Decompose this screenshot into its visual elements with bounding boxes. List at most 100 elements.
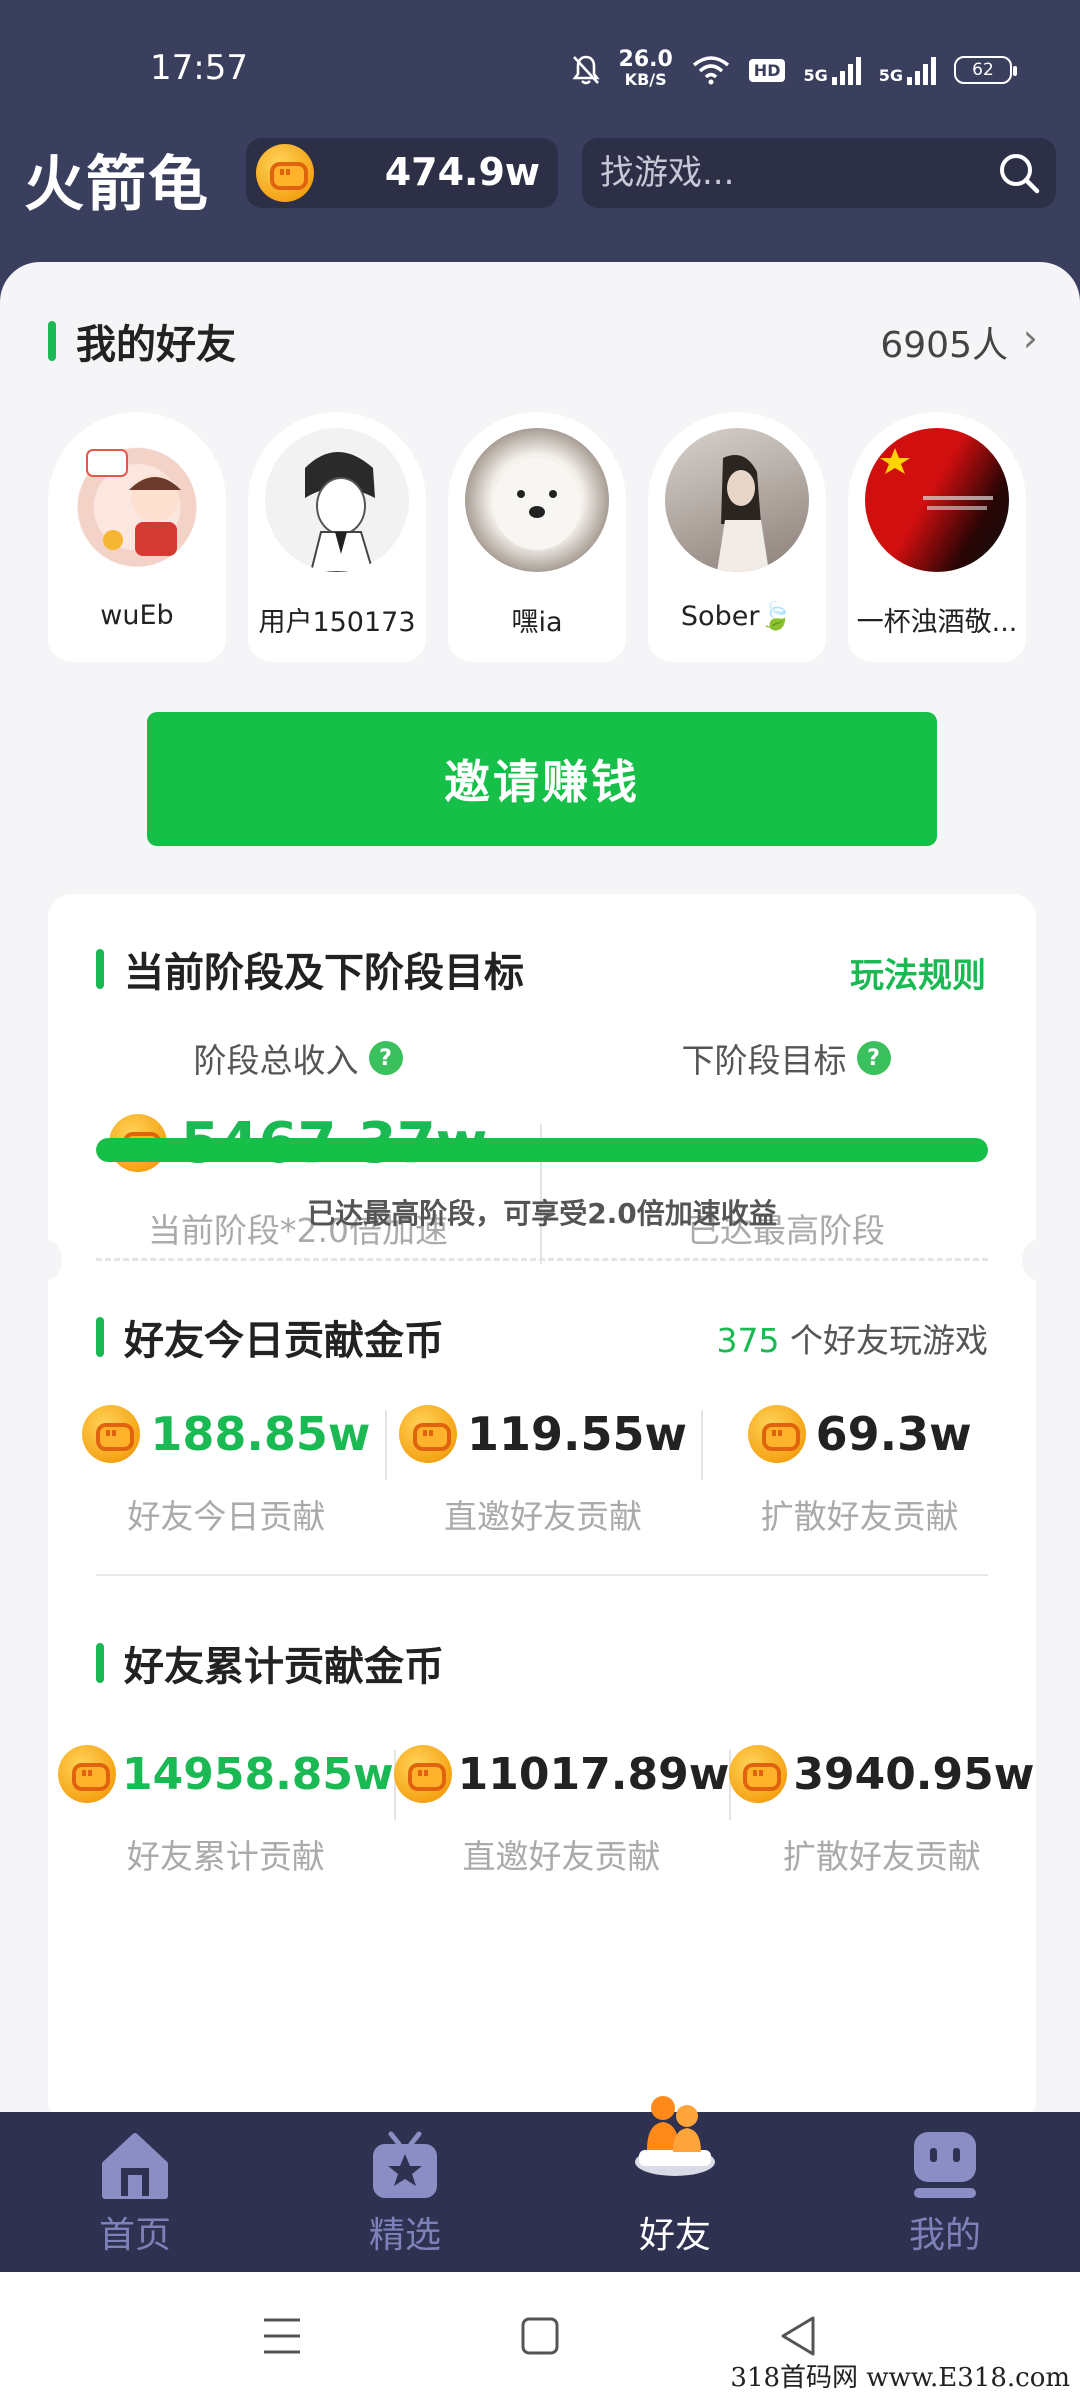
total-spread-cell: 3940.95w 扩散好友贡献 (729, 1742, 1034, 1912)
mute-bell-icon (571, 55, 600, 85)
friend-card[interactable]: 嘿ia (448, 412, 626, 662)
nav-mine[interactable]: 我的 (810, 2112, 1080, 2272)
progress-note: 已达最高阶段，可享受2.0倍加速收益 (307, 1197, 777, 1230)
signal-bars-icon (907, 55, 936, 85)
friend-card[interactable]: wuEb (48, 412, 226, 662)
top-header: 火箭龟 474.9w (0, 130, 1080, 250)
today-spread-cell: 69.3w 扩散好友贡献 (701, 1402, 1018, 1572)
stage-progress-bar (96, 1138, 988, 1162)
nav-friends-label: 好友 (638, 2215, 711, 2256)
total-spread-label: 扩散好友贡献 (782, 1837, 981, 1876)
help-icon[interactable]: ? (368, 1041, 403, 1075)
today-direct-label: 直邀好友贡献 (444, 1497, 642, 1536)
stage-header: 当前阶段及下阶段目标 玩法规则 (96, 940, 986, 1000)
signal-5g-2: 5G (879, 55, 936, 85)
today-direct-value: 119.55w (467, 1407, 688, 1461)
ticket-notch (1022, 1240, 1052, 1280)
next-target-label: 下阶段目标 ? (566, 1034, 1006, 1082)
stage-income-label: 阶段总收入 ? (78, 1034, 518, 1082)
main-content: 我的好友 6905人 › wuEb 用户150173 嘿ia Sober🍃 一杯… (0, 262, 1080, 2124)
total-header: 好友累计贡献金币 (96, 1634, 988, 1694)
coin-icon (747, 1405, 806, 1463)
total-all-cell: 14958.85w 好友累计贡献 (58, 1742, 394, 1912)
chevron-right-icon[interactable]: › (1023, 316, 1038, 360)
status-icons: 26.0 KB/S HD 5G 5G 62 (571, 47, 1017, 90)
home-square-icon[interactable] (520, 2314, 560, 2358)
today-total-value: 188.85w (150, 1407, 371, 1461)
avatar (665, 428, 809, 572)
menu-icon[interactable] (262, 2314, 302, 2358)
battery-icon: 62 (954, 56, 1017, 84)
friends-playing: 375 个好友玩游戏 (716, 1321, 989, 1360)
today-spread-label: 扩散好友贡献 (760, 1497, 959, 1536)
stage-title: 当前阶段及下阶段目标 (124, 950, 524, 996)
today-direct-cell: 119.55w 直邀好友贡献 (384, 1402, 702, 1572)
coin-balance: 474.9w (384, 150, 540, 194)
today-total-label: 好友今日贡献 (127, 1497, 326, 1536)
today-title: 好友今日贡献金币 (124, 1318, 444, 1364)
nav-mine-label: 我的 (908, 2215, 981, 2256)
today-spread-value: 69.3w (815, 1407, 972, 1461)
dashed-divider (96, 1258, 988, 1261)
rules-link[interactable]: 玩法规则 (850, 948, 986, 997)
friends-title: 我的好友 (76, 322, 236, 368)
status-time: 17:57 (150, 48, 248, 88)
friend-card[interactable]: 一杯浊酒敬... (848, 412, 1026, 662)
coin-balance-pill[interactable]: 474.9w (246, 138, 558, 208)
nav-friends[interactable]: 好友 (540, 2096, 810, 2272)
total-direct-value: 11017.89w (457, 1748, 730, 1800)
friend-name: wuEb (100, 600, 174, 631)
total-direct-label: 直邀好友贡献 (462, 1837, 661, 1876)
avatar (65, 428, 209, 572)
today-header: 好友今日贡献金币 375 个好友玩游戏 (96, 1308, 988, 1368)
profile-icon (914, 2132, 976, 2198)
progress-fill (96, 1138, 988, 1162)
coin-icon (256, 144, 314, 202)
friends-list: wuEb 用户150173 嘿ia Sober🍃 一杯浊酒敬... (48, 412, 1033, 662)
back-icon[interactable] (778, 2314, 818, 2358)
bottom-nav: 首页 精选 好友 我的 (0, 2096, 1080, 2272)
nav-home[interactable]: 首页 (0, 2112, 270, 2272)
signal-5g-1: 5G (803, 55, 861, 85)
invite-earn-button[interactable]: 邀请赚钱 (147, 712, 937, 846)
search-icon[interactable] (996, 150, 1042, 196)
nav-featured[interactable]: 精选 (270, 2112, 540, 2272)
coin-icon (82, 1405, 141, 1463)
star-gift-icon (373, 2131, 437, 2198)
friend-name: Sober🍃 (680, 601, 794, 632)
search-box[interactable] (582, 138, 1056, 208)
coin-icon (58, 1745, 116, 1803)
friends-header[interactable]: 我的好友 6905人 › (48, 312, 1038, 372)
friend-card[interactable]: Sober🍃 (648, 412, 826, 662)
status-bar: 17:57 26.0 KB/S HD 5G 5G 62 (0, 0, 1080, 130)
avatar (865, 428, 1009, 572)
net-speed: 26.0 KB/S (618, 47, 673, 90)
coin-icon (729, 1745, 788, 1803)
help-icon[interactable]: ? (856, 1041, 891, 1075)
app-logo: 火箭龟 (24, 150, 210, 220)
total-stats: 14958.85w 好友累计贡献 11017.89w 直邀好友贡献 3940.9… (58, 1742, 1034, 1912)
today-total-cell: 188.85w 好友今日贡献 (68, 1402, 385, 1572)
friends-count: 6905人 (880, 325, 1008, 366)
total-all-label: 好友累计贡献 (126, 1837, 325, 1876)
section-accent-bar (96, 1643, 104, 1683)
friend-card[interactable]: 用户150173 (248, 412, 426, 662)
watermark: 318首码网 www.E318.com (730, 2363, 1070, 2393)
friend-name: 一杯浊酒敬... (856, 607, 1018, 638)
signal-bars-icon (831, 55, 861, 85)
friends-icon (635, 2096, 715, 2176)
system-nav-bar: 318首码网 www.E318.com (0, 2272, 1080, 2400)
today-stats: 188.85w 好友今日贡献 119.55w 直邀好友贡献 69.3w 扩散好友… (68, 1402, 1018, 1572)
section-accent-bar (96, 949, 104, 989)
hd-badge: HD (748, 58, 786, 82)
search-input[interactable] (600, 148, 980, 198)
total-all-value: 14958.85w (122, 1748, 394, 1800)
divider (96, 1574, 988, 1576)
section-accent-bar (48, 321, 56, 361)
nav-featured-label: 精选 (368, 2215, 441, 2256)
coin-icon (399, 1405, 457, 1463)
nav-home-label: 首页 (98, 2215, 171, 2256)
friend-name: 嘿ia (511, 607, 563, 638)
wifi-icon (692, 56, 729, 85)
stats-panel: 当前阶段及下阶段目标 玩法规则 阶段总收入 ? 5467.37w 当前阶段*2.… (32, 894, 1052, 2124)
